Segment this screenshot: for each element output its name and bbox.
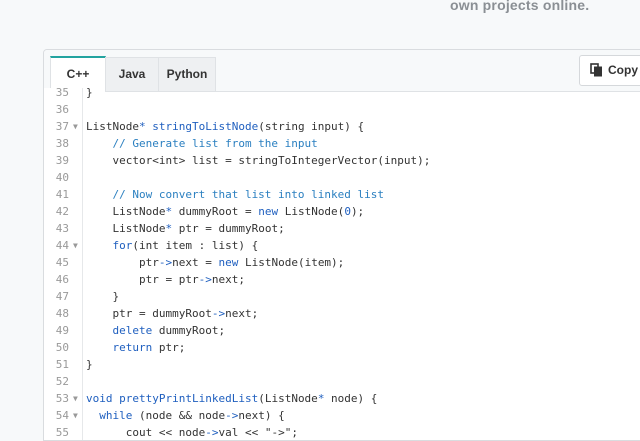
- code-text: }: [86, 86, 93, 99]
- line-number: 41: [55, 188, 69, 201]
- code-text: // Generate list from the input: [86, 137, 318, 150]
- line-number: 35: [55, 86, 69, 99]
- line-number: 55: [55, 426, 69, 439]
- code-text: ListNode* dummyRoot = new ListNode(0);: [86, 205, 365, 218]
- code-text: }: [86, 358, 93, 371]
- code-text: return ptr;: [112, 341, 186, 354]
- code-line: 50 return ptr;: [44, 339, 640, 356]
- code-line: 51}: [44, 356, 640, 373]
- line-number: 42: [55, 205, 69, 218]
- page-header-fragment: own projects online.: [450, 0, 590, 13]
- code-text: cout << node->val << "->";: [86, 426, 298, 439]
- code-line: 47 }: [44, 288, 640, 305]
- copy-button[interactable]: Copy: [579, 55, 640, 86]
- fold-arrow-icon[interactable]: ▼: [73, 407, 78, 424]
- code-text: // Now convert that list into linked lis…: [86, 188, 385, 201]
- code-line: 52: [44, 373, 640, 390]
- code-line: 39 vector<int> list = stringToIntegerVec…: [44, 152, 640, 169]
- line-number: 48: [55, 307, 69, 320]
- code-area[interactable]: 35} 36 37 ▼ ListNode* stringToListNode(strin…: [44, 86, 640, 440]
- line-number: 47: [55, 290, 69, 303]
- code-line: 53 ▼ void prettyPrintLinkedList(ListNode* …: [44, 390, 640, 407]
- line-number: 50: [55, 341, 69, 354]
- fold-arrow-icon[interactable]: ▼: [73, 390, 78, 407]
- code-line: 48 ptr = dummyRoot->next;: [44, 305, 640, 322]
- line-number: 54: [55, 409, 69, 422]
- code-line: 42 ListNode* dummyRoot = new ListNode(0)…: [44, 203, 640, 220]
- code-text: ptr = dummyRoot->next;: [86, 307, 259, 320]
- code-text: ListNode* stringToListNode(string input)…: [86, 120, 365, 133]
- code-line: 44 ▼ for(int item : list) {: [44, 237, 640, 254]
- code-text: }: [86, 290, 120, 303]
- line-number: 49: [55, 324, 69, 337]
- code-line: 45 ptr->next = new ListNode(item);: [44, 254, 640, 271]
- line-number: 53: [55, 392, 69, 405]
- code-line: 43 ListNode* ptr = dummyRoot;: [44, 220, 640, 237]
- line-number: 45: [55, 256, 69, 269]
- code-text: ptr = ptr->next;: [86, 273, 245, 286]
- copy-label: Copy: [608, 63, 638, 77]
- line-number: 46: [55, 273, 69, 286]
- code-text: delete dummyRoot;: [112, 324, 226, 337]
- code-text: vector<int> list = stringToIntegerVector…: [86, 154, 431, 167]
- fold-arrow-icon[interactable]: ▼: [73, 118, 78, 135]
- copy-icon: [590, 63, 603, 80]
- code-text: while (node && node->next) {: [99, 409, 285, 422]
- code-line: 35}: [44, 84, 640, 101]
- line-number: 37: [55, 120, 69, 133]
- code-line: 55 cout << node->val << "->";: [44, 424, 640, 440]
- code-line: 41 // Now convert that list into linked …: [44, 186, 640, 203]
- line-number: 36: [55, 103, 69, 116]
- code-line: 46 ptr = ptr->next;: [44, 271, 640, 288]
- line-number: 43: [55, 222, 69, 235]
- code-editor: C++ Java Python Copy 35} 36 37 ▼ ListNode* s…: [43, 49, 640, 441]
- code-text: ptr->next = new ListNode(item);: [86, 256, 345, 269]
- code-line: 36: [44, 101, 640, 118]
- code-text: for(int item : list) {: [112, 239, 259, 252]
- line-number: 38: [55, 137, 69, 150]
- line-number: 39: [55, 154, 69, 167]
- code-text: ListNode* ptr = dummyRoot;: [86, 222, 285, 235]
- code-line: 54 ▼ while (node && node->next) {: [44, 407, 640, 424]
- code-line: 38 // Generate list from the input: [44, 135, 640, 152]
- line-number: 51: [55, 358, 69, 371]
- code-line: 37 ▼ ListNode* stringToListNode(string inp…: [44, 118, 640, 135]
- code-line: 49 delete dummyRoot;: [44, 322, 640, 339]
- fold-arrow-icon[interactable]: ▼: [73, 237, 78, 254]
- line-number: 52: [55, 375, 69, 388]
- line-number: 44: [55, 239, 69, 252]
- line-number: 40: [55, 171, 69, 184]
- code-text: void prettyPrintLinkedList(ListNode* nod…: [86, 392, 378, 405]
- code-line: 40: [44, 169, 640, 186]
